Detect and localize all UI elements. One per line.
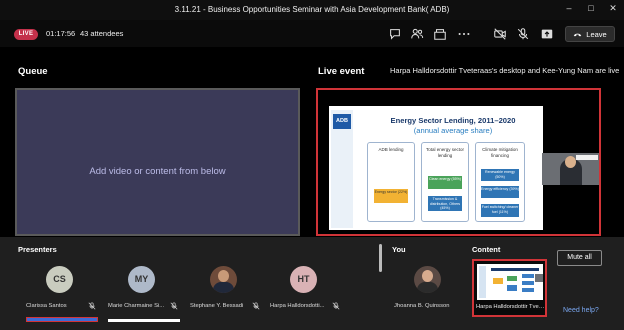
thumb-chip xyxy=(522,274,534,278)
slide-column-label: Climate mitigation financing xyxy=(482,147,518,158)
mic-off-icon xyxy=(170,302,178,310)
thumb-chip xyxy=(522,288,534,292)
presenter-face xyxy=(565,156,576,168)
reactions-icon[interactable] xyxy=(433,27,447,41)
queue-placeholder: Add video or content from below xyxy=(89,166,226,177)
mic-off-icon[interactable] xyxy=(516,27,530,41)
presenter-video xyxy=(542,153,599,185)
leave-button[interactable]: Leave xyxy=(565,26,615,42)
live-event-title: Live event xyxy=(318,66,365,77)
avatar-head xyxy=(218,270,229,282)
avatar-photo xyxy=(210,266,237,293)
thumb-logo-strip xyxy=(479,266,486,298)
avatar-photo xyxy=(414,266,441,293)
content-thumbnail xyxy=(477,264,543,300)
slide-chip: Renewable energy (50%) xyxy=(481,169,519,181)
phone-hangup-icon xyxy=(574,33,582,36)
slide-column-adb: ADB lending Energy sector (22%) xyxy=(367,142,415,222)
shared-slide: ADB Energy Sector Lending, 2011–2020 (an… xyxy=(329,106,543,230)
adb-logo: ADB xyxy=(333,114,351,129)
thumb-chip xyxy=(507,285,517,291)
window-title: 3.11.21 - Business Opportunities Seminar… xyxy=(174,5,450,14)
window-titlebar: 3.11.21 - Business Opportunities Seminar… xyxy=(0,0,624,20)
avatar-head xyxy=(422,270,433,282)
attendee-count[interactable]: 43 attendees xyxy=(80,29,123,38)
presenter-name: Clarissa Santos xyxy=(26,303,67,309)
slide-column-climate: Climate mitigation financing Renewable e… xyxy=(475,142,525,222)
presenter-tile[interactable]: MY Marie Charmaine Si... xyxy=(108,263,180,325)
avatar-body xyxy=(417,282,438,293)
slide-title: Energy Sector Lending, 2011–2020 xyxy=(390,116,516,125)
avatar: MY xyxy=(128,266,155,293)
thumb-presenter xyxy=(535,274,543,282)
mic-off-icon xyxy=(88,302,96,310)
share-icon[interactable] xyxy=(540,27,554,41)
live-badge: LIVE xyxy=(14,29,38,40)
presenter-tile[interactable]: Stephane Y. Bessadi xyxy=(190,263,260,325)
thumb-chip xyxy=(493,278,503,284)
slide-column-label: Total energy sector lending xyxy=(425,147,465,158)
slide-chip: Energy sector (22%) xyxy=(374,189,408,203)
selection-bar xyxy=(26,317,98,322)
slide-subtitle: (annual average share) xyxy=(413,126,493,135)
slide-chip: Transmission & distribution, Others (45%… xyxy=(428,196,462,211)
minimize-icon[interactable]: – xyxy=(562,3,576,13)
slide-chip: Clean energy (55%) xyxy=(428,176,462,189)
presenters-title: Presenters xyxy=(18,245,57,254)
slide-chip: Fuel switching/ cleaner fuel (11%) xyxy=(481,204,519,217)
meeting-toolbar: LIVE 01:17:56 43 attendees Leave xyxy=(0,20,624,47)
content-tile[interactable]: Harpa Halldorsdottir Tvete... xyxy=(472,259,547,317)
maximize-icon[interactable]: □ xyxy=(584,3,598,13)
leave-label: Leave xyxy=(586,29,607,39)
elapsed-timer: 01:17:56 xyxy=(46,29,76,38)
presenter-name: Stephane Y. Bessadi xyxy=(190,303,244,309)
presenter-banner xyxy=(576,155,598,160)
self-tile[interactable]: Jhoanna B. Quinsson xyxy=(394,263,460,325)
presenter-name: Marie Charmaine Si... xyxy=(108,303,165,309)
presenter-name: Harpa Halldorsdotti... xyxy=(270,303,325,309)
mute-all-button[interactable]: Mute all xyxy=(557,250,602,266)
camera-off-icon[interactable] xyxy=(493,27,507,41)
self-name: Jhoanna B. Quinsson xyxy=(394,303,450,309)
queue-title: Queue xyxy=(18,66,48,77)
presence-bar xyxy=(108,319,180,322)
you-title: You xyxy=(392,245,406,254)
thumb-title xyxy=(491,268,539,271)
avatar: HT xyxy=(290,266,317,293)
avatar-body xyxy=(213,282,234,293)
people-icon[interactable] xyxy=(410,27,424,41)
live-caption: Harpa Halldorsdottir Tveteraas's desktop… xyxy=(390,66,620,75)
live-event-preview[interactable]: ADB Energy Sector Lending, 2011–2020 (an… xyxy=(316,88,601,236)
presenter-tile[interactable]: HT Harpa Halldorsdotti... xyxy=(270,263,340,325)
more-icon[interactable] xyxy=(457,27,471,41)
slide-column-total: Total energy sector lending Clean energy… xyxy=(421,142,469,222)
need-help-link[interactable]: Need help? xyxy=(563,307,599,314)
content-name: Harpa Halldorsdottir Tvete... xyxy=(476,304,545,310)
panel-scrollbar[interactable] xyxy=(379,244,382,272)
mic-off-icon xyxy=(252,302,260,310)
thumb-chip xyxy=(522,281,534,285)
close-icon[interactable]: ✕ xyxy=(606,3,620,14)
mic-off-icon xyxy=(332,302,340,310)
queue-dropzone[interactable]: Add video or content from below xyxy=(15,88,300,236)
slide-chip: Energy efficiency (39%) xyxy=(481,186,519,198)
slide-column-label: ADB lending xyxy=(378,147,404,152)
avatar: CS xyxy=(46,266,73,293)
adb-logo-strip: ADB xyxy=(331,110,353,228)
presenter-tile[interactable]: CS Clarissa Santos xyxy=(26,263,98,325)
content-title: Content xyxy=(472,245,501,254)
thumb-chip xyxy=(507,276,517,281)
chat-icon[interactable] xyxy=(388,27,402,41)
